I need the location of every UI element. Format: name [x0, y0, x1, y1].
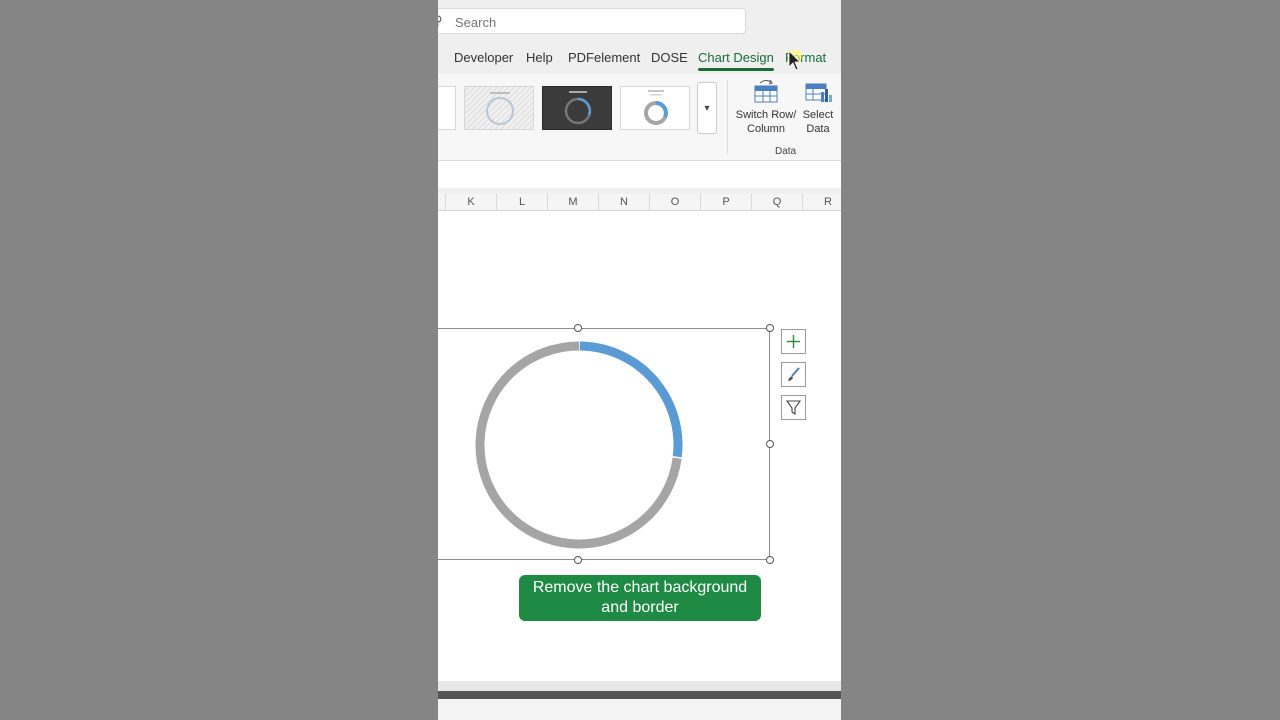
column-header-n[interactable]: N [598, 194, 649, 210]
right-blurred-background [841, 0, 1280, 720]
doughnut-chart[interactable] [438, 328, 770, 560]
resize-handle-bottom-right[interactable] [766, 556, 774, 564]
chart-style-thumbnail-selected[interactable] [542, 86, 612, 130]
switch-row-column-icon [754, 79, 778, 103]
chart-style-thumbnail[interactable] [438, 86, 456, 130]
horizontal-scrollbar[interactable] [438, 691, 841, 699]
column-header-l[interactable]: L [496, 194, 547, 210]
caption-line-2: and border [601, 599, 679, 616]
left-blurred-background [0, 0, 438, 720]
ribbon-separator [727, 80, 728, 154]
tab-dose[interactable]: DOSE [651, 50, 688, 65]
doughnut-style-icon [564, 91, 592, 125]
column-header-k[interactable]: K [445, 194, 496, 210]
select-data-label-2: Data [806, 123, 830, 135]
resize-handle-top-right[interactable] [766, 324, 774, 332]
tab-help[interactable]: Help [526, 50, 553, 65]
doughnut-chart-svg [475, 340, 683, 549]
status-bar [438, 681, 841, 691]
column-headers: K L M N O P Q R [438, 194, 841, 211]
data-group-label: Data [775, 146, 797, 157]
chart-filters-button[interactable] [781, 395, 806, 420]
resize-handle-bottom[interactable] [574, 556, 582, 564]
bottom-bar [438, 699, 841, 720]
column-header-p[interactable]: P [700, 194, 751, 210]
paintbrush-icon [788, 367, 800, 381]
ribbon-panel: ▾ Switch Row/ Column Select Data Data [438, 74, 841, 161]
tab-developer[interactable]: Developer [454, 50, 513, 65]
plus-icon [787, 335, 800, 348]
chart-style-thumbnail[interactable] [464, 86, 534, 130]
column-header-o[interactable]: O [649, 194, 700, 210]
switch-row-column-button[interactable]: Switch Row/ Column [734, 78, 798, 136]
funnel-icon [785, 400, 802, 416]
doughnut-style-icon [644, 90, 668, 125]
excel-window: ⚲ Developer Help PDFelement DOSE Chart D… [438, 0, 841, 720]
doughnut-slice-blue[interactable] [578, 341, 683, 458]
chart-styles-button[interactable] [781, 362, 806, 387]
chart-elements-button[interactable] [781, 329, 806, 354]
mouse-cursor-icon [788, 50, 802, 71]
resize-handle-right[interactable] [766, 440, 774, 448]
column-header-q[interactable]: Q [751, 194, 802, 210]
instruction-caption: Remove the chart background and border [519, 575, 761, 621]
doughnut-style-icon [486, 92, 514, 125]
switch-row-column-label-1: Switch Row/ [735, 109, 797, 121]
tab-pdfelement[interactable]: PDFelement [568, 50, 640, 65]
caption-line-1: Remove the chart background [532, 579, 748, 596]
worksheet-grid[interactable]: Remove the chart background and border [438, 211, 841, 681]
column-header-m[interactable]: M [547, 194, 598, 210]
formula-bar[interactable] [438, 162, 841, 189]
title-bar: ⚲ [438, 0, 841, 42]
select-data-button[interactable]: Select Data [798, 78, 838, 136]
tab-chart-design[interactable]: Chart Design [698, 50, 774, 71]
search-input[interactable] [453, 12, 737, 32]
select-data-icon [805, 83, 832, 102]
chart-style-thumbnail[interactable] [620, 86, 690, 130]
column-header-r[interactable]: R [802, 194, 841, 210]
search-box[interactable]: ⚲ [438, 8, 746, 34]
switch-row-column-label-2: Column [747, 123, 785, 135]
search-icon: ⚲ [438, 13, 443, 29]
resize-handle-top[interactable] [574, 324, 582, 332]
more-styles-button[interactable]: ▾ [697, 82, 717, 134]
select-data-label-1: Select [802, 109, 834, 121]
ribbon-tabs: Developer Help PDFelement DOSE Chart Des… [438, 42, 841, 74]
